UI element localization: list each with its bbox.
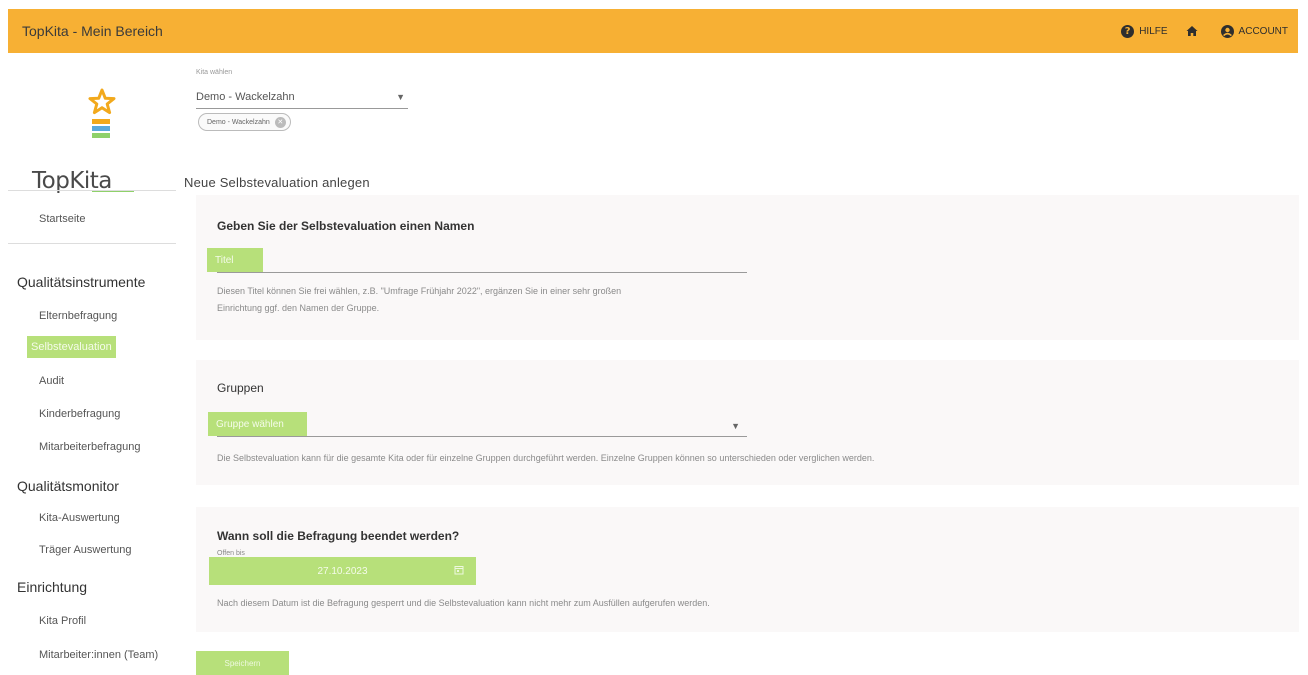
kita-select-label: Kita wählen	[196, 69, 233, 76]
chevron-down-icon: ▼	[731, 421, 740, 431]
home-button[interactable]	[1186, 25, 1203, 37]
main-content: Kita wählen Demo - Wackelzahn ▼ Demo - W…	[184, 53, 1299, 675]
name-card: Geben Sie der Selbstevaluation einen Nam…	[196, 195, 1299, 340]
chip-remove-icon[interactable]: ✕	[274, 116, 286, 128]
title-input[interactable]	[217, 249, 747, 273]
account-label: ACCOUNT	[1238, 25, 1288, 37]
sidebar-item-selbstevaluation[interactable]: Selbstevaluation	[27, 336, 116, 358]
groups-help-text: Die Selbstevaluation kann für die gesamt…	[217, 453, 875, 463]
sidebar-item-kita-profil[interactable]: Kita Profil	[39, 615, 86, 627]
end-date-label: Offen bis	[217, 550, 245, 557]
title-input-placeholder: Titel	[207, 248, 263, 272]
account-icon	[1220, 24, 1234, 38]
sidebar-item-kinderbefragung[interactable]: Kinderbefragung	[39, 408, 120, 420]
group-select-placeholder: Gruppe wählen	[208, 412, 307, 436]
sidebar-item-kita-auswertung[interactable]: Kita-Auswertung	[39, 512, 120, 524]
sidebar-item-startseite[interactable]: Startseite	[39, 213, 85, 225]
name-help-line-2: Einrichtung ggf. den Namen der Gruppe.	[217, 303, 380, 313]
kita-select[interactable]: Demo - Wackelzahn ▼	[196, 85, 408, 109]
save-button[interactable]: Speichern	[196, 651, 289, 675]
home-icon	[1186, 25, 1198, 37]
help-button[interactable]: ? HILFE	[1121, 24, 1168, 38]
sidebar-item-mitarbeiterbefragung[interactable]: Mitarbeiterbefragung	[39, 441, 141, 453]
groups-card-title: Gruppen	[217, 381, 264, 395]
name-help-text: Diesen Titel können Sie frei wählen, z.B…	[217, 283, 621, 317]
sidebar-divider	[8, 190, 176, 191]
help-label: HILFE	[1139, 25, 1168, 37]
top-app-bar: TopKita - Mein Bereich ? HILFE ACCOUNT	[8, 9, 1298, 53]
calendar-icon[interactable]	[454, 565, 464, 578]
kita-select-value: Demo - Wackelzahn	[196, 90, 295, 103]
end-date-value: 27.10.2023	[317, 565, 368, 577]
end-date-input[interactable]: 27.10.2023	[209, 557, 476, 585]
sidebar-item-elternbefragung[interactable]: Elternbefragung	[39, 310, 117, 322]
sidebar-item-audit[interactable]: Audit	[39, 375, 64, 387]
chevron-down-icon: ▼	[396, 91, 405, 102]
end-date-card: Wann soll die Befragung beendet werden? …	[196, 507, 1299, 632]
end-card-title: Wann soll die Befragung beendet werden?	[217, 529, 460, 543]
help-icon: ?	[1121, 24, 1135, 38]
section-title-einrichtung: Einrichtung	[17, 579, 88, 595]
topkita-logo[interactable]: TopKita	[30, 88, 150, 198]
groups-card: Gruppen ▼ Gruppe wählen Die Selbstevalua…	[196, 360, 1299, 485]
sidebar-item-mitarbeiter-team[interactable]: Mitarbeiter:innen (Team)	[39, 649, 158, 661]
sidebar-divider	[8, 243, 176, 244]
top-nav: ? HILFE ACCOUNT	[1103, 24, 1298, 38]
account-button[interactable]: ACCOUNT	[1220, 24, 1288, 38]
name-card-title: Geben Sie der Selbstevaluation einen Nam…	[217, 219, 475, 233]
app-title: TopKita - Mein Bereich	[22, 23, 163, 39]
page-title: Neue Selbstevaluation anlegen	[184, 175, 370, 190]
sidebar: TopKita Startseite Qualitätsinstrumente …	[8, 53, 176, 675]
kita-chip-label: Demo - Wackelzahn	[207, 118, 270, 126]
kita-chip: Demo - Wackelzahn ✕	[198, 113, 291, 131]
end-help-text: Nach diesem Datum ist die Befragung gesp…	[217, 598, 710, 608]
section-title-qualitaetsmonitor: Qualitätsmonitor	[17, 478, 119, 494]
name-help-line-1: Diesen Titel können Sie frei wählen, z.B…	[217, 286, 622, 296]
section-title-qualitaetsinstrumente: Qualitätsinstrumente	[17, 274, 146, 290]
star-icon	[88, 88, 116, 115]
sidebar-item-traeger-auswertung[interactable]: Träger Auswertung	[39, 544, 132, 556]
